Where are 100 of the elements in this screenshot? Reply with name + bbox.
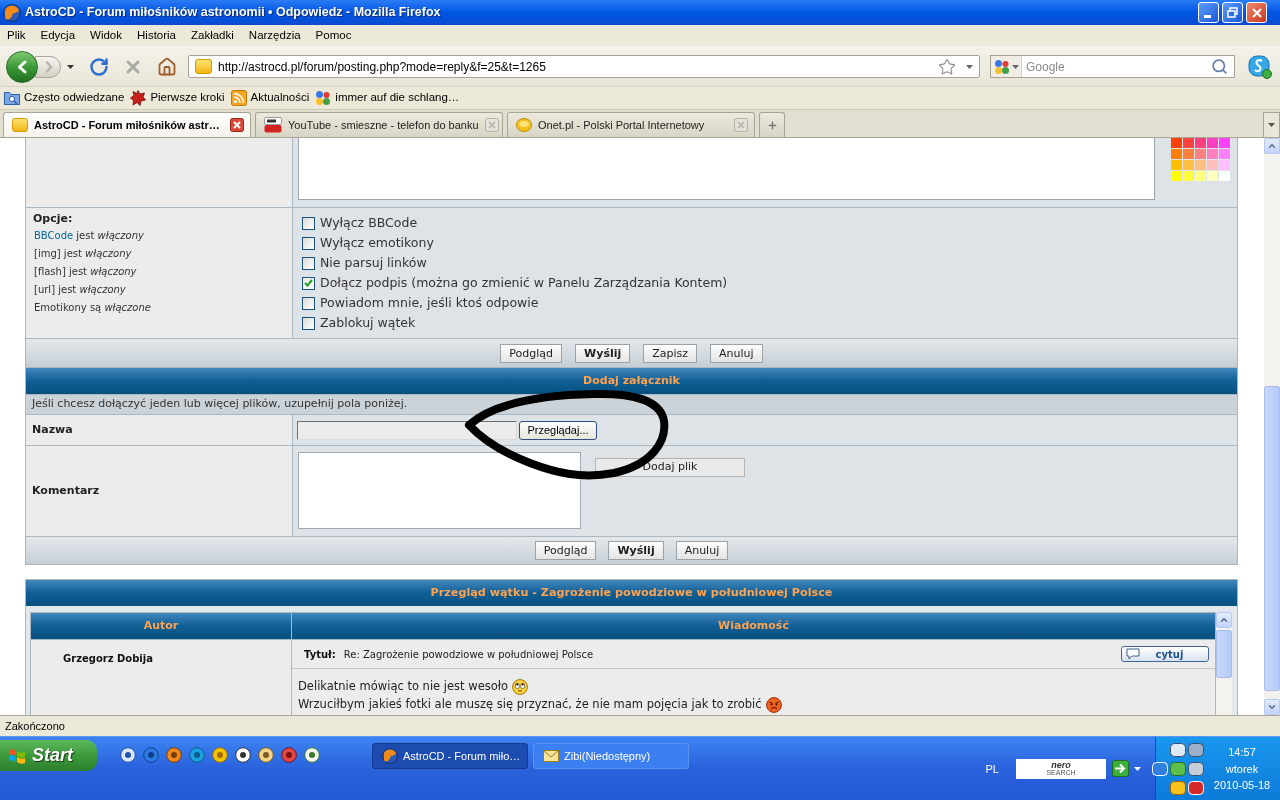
color-swatch[interactable]	[1171, 171, 1182, 181]
checkbox[interactable]	[302, 216, 315, 230]
star-icon[interactable]	[938, 57, 956, 76]
search-bar[interactable]: Google	[990, 55, 1235, 78]
color-swatch[interactable]	[1171, 149, 1182, 159]
checkbox[interactable]	[302, 296, 315, 310]
comment-textarea[interactable]	[298, 452, 581, 529]
language-indicator[interactable]: PL	[985, 760, 999, 777]
taskbar-button[interactable]: AstroCD - Forum miło…	[372, 743, 528, 769]
home-button[interactable]	[157, 56, 177, 77]
color-swatch[interactable]	[1219, 160, 1230, 170]
tab[interactable]: AstroCD - Forum miłośników astr…	[3, 112, 251, 137]
color-swatch[interactable]	[1207, 149, 1218, 159]
checkbox[interactable]	[302, 236, 315, 250]
search-engine-button[interactable]	[991, 56, 1022, 77]
menu-item[interactable]: Plik	[7, 26, 26, 45]
bookmark-item[interactable]: Aktualności	[230, 89, 310, 107]
reload-button[interactable]	[89, 56, 109, 77]
scroll-up-button[interactable]	[1216, 612, 1232, 628]
checkbox-label: Dołącz podpis (można go zmienić w Panelu Zarządzania Kontem)	[320, 273, 728, 292]
browse-button[interactable]: Przeglądaj...	[519, 420, 597, 440]
caret-icon	[966, 64, 973, 69]
option-status-text: [flash] jest włączony	[33, 265, 138, 279]
menu-item[interactable]: Historia	[137, 26, 176, 45]
form-button[interactable]: Podgląd	[534, 541, 597, 560]
search-icon[interactable]	[1211, 58, 1228, 75]
scrollbar-thumb[interactable]	[1216, 630, 1232, 678]
phone-app-icon[interactable]	[1248, 54, 1272, 79]
color-swatch[interactable]	[1207, 160, 1218, 170]
menu-item[interactable]: Widok	[90, 26, 122, 45]
color-swatch[interactable]	[1207, 171, 1218, 181]
color-swatch[interactable]	[1219, 149, 1230, 159]
color-swatch[interactable]	[1183, 171, 1194, 181]
quick-launch-icon[interactable]	[120, 747, 136, 763]
field-label: Komentarz	[32, 482, 100, 499]
option-status-text: Emotikony są włączone	[33, 301, 152, 315]
tab-list-button[interactable]	[1263, 112, 1280, 137]
color-swatch[interactable]	[1207, 138, 1218, 148]
color-swatch[interactable]	[1171, 160, 1182, 170]
clock-time: 14:57	[1228, 745, 1256, 760]
new-tab-button[interactable]	[759, 112, 785, 137]
arrow-right-icon[interactable]	[1112, 760, 1129, 778]
start-button[interactable]: Start	[0, 740, 97, 771]
checkbox-label: Nie parsuj linków	[320, 253, 427, 272]
back-button[interactable]	[6, 50, 38, 83]
close-button[interactable]	[1246, 2, 1267, 23]
color-swatch[interactable]	[1195, 138, 1206, 148]
checkbox[interactable]	[302, 276, 315, 290]
scroll-up-button[interactable]	[1264, 138, 1280, 154]
field-label: Nazwa	[32, 421, 73, 438]
scroll-down-button[interactable]	[1264, 699, 1280, 715]
status-text: Zakończono	[5, 718, 65, 734]
bookmark-item[interactable]: Pierwsze kroki	[130, 89, 225, 107]
tray-icon[interactable]	[1170, 741, 1186, 758]
search-input[interactable]: Google	[1026, 57, 1211, 76]
plus-icon	[766, 119, 778, 131]
color-swatch[interactable]	[1219, 171, 1230, 181]
color-swatch[interactable]	[1183, 160, 1194, 170]
tab[interactable]: YouTube - smieszne - telefon do banku	[255, 112, 503, 137]
color-swatch[interactable]	[1183, 149, 1194, 159]
tray-icon[interactable]	[1188, 760, 1204, 777]
form-button[interactable]: Podgląd	[500, 343, 563, 363]
quick-launch-icon[interactable]	[235, 747, 251, 763]
bookmark-item[interactable]: immer auf die schlang…	[315, 89, 460, 107]
submit-button[interactable]: Wyślij	[575, 343, 631, 363]
forward-button[interactable]	[35, 55, 61, 78]
tray-icon[interactable]	[1188, 741, 1204, 758]
color-swatch[interactable]	[1195, 160, 1206, 170]
menu-item[interactable]: Narzędzia	[248, 26, 301, 45]
arrow-right-icon	[45, 60, 53, 73]
tray-icon[interactable]	[1170, 779, 1186, 796]
address-bar[interactable]: http://astrocd.pl/forum/posting.php?mode=reply&f=25&t=1265	[188, 55, 980, 78]
taskbar-button[interactable]: Zibi(Niedostępny)	[533, 743, 689, 769]
color-swatch[interactable]	[1183, 138, 1194, 148]
bookmark-item[interactable]: Często odwiedzane	[4, 89, 125, 107]
tab[interactable]: Onet.pl - Polski Portal Internetowy	[507, 112, 755, 137]
minimize-button[interactable]	[1198, 2, 1219, 23]
menu-item[interactable]: Pomoc	[315, 26, 352, 45]
checkbox[interactable]	[302, 256, 315, 270]
checkbox[interactable]	[302, 316, 315, 330]
menu-item[interactable]: Edycja	[40, 26, 76, 45]
form-button[interactable]: Anuluj	[710, 343, 763, 363]
menu-item[interactable]: Zakładki	[191, 26, 234, 45]
envelope-icon	[543, 750, 559, 762]
clock-date: 2010-05-18	[1213, 778, 1271, 793]
form-button[interactable]: Anuluj	[675, 541, 729, 560]
color-swatch[interactable]	[1195, 149, 1206, 159]
color-swatch[interactable]	[1171, 138, 1182, 148]
options-title: Opcje:	[33, 211, 74, 227]
form-button[interactable]: Zapisz	[643, 343, 698, 363]
checkmark-icon	[304, 279, 313, 287]
submit-button[interactable]: Wyślij	[608, 541, 664, 560]
quote-button[interactable]: cytuj	[1121, 646, 1209, 662]
scrollbar-thumb[interactable]	[1264, 386, 1280, 691]
restore-button[interactable]	[1222, 2, 1243, 23]
file-path-field[interactable]	[297, 420, 517, 440]
color-swatch[interactable]	[1219, 138, 1230, 148]
color-swatch[interactable]	[1195, 171, 1206, 181]
option-link[interactable]: BBCode	[34, 230, 74, 241]
close-tab-icon[interactable]	[230, 118, 244, 132]
